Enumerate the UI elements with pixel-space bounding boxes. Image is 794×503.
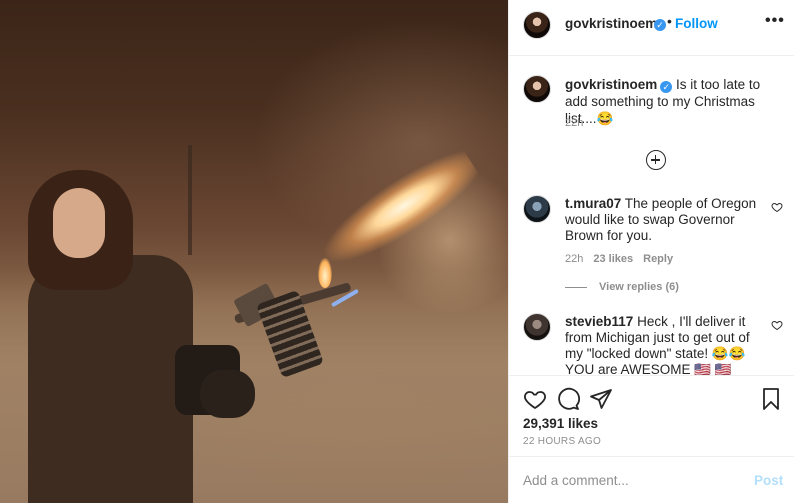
comments-list[interactable]: govkristinoem ✓ Is it too late to add som… — [509, 57, 794, 375]
post-caption: govkristinoem ✓ Is it too late to add som… — [565, 76, 780, 127]
save-bookmark-icon[interactable] — [759, 387, 783, 411]
comment-username[interactable]: t.mura07 — [565, 196, 621, 211]
commenter-avatar[interactable] — [523, 313, 551, 341]
like-comment-heart-icon[interactable] — [771, 201, 783, 213]
caption-avatar[interactable] — [523, 75, 551, 103]
post-actions: 29,391 likes 22 HOURS AGO — [509, 375, 794, 455]
verified-badge-icon: ✓ — [654, 19, 666, 31]
separator-dot: • — [667, 13, 672, 29]
caption-username[interactable]: govkristinoem — [565, 77, 657, 92]
flamethrower-tank — [200, 370, 255, 418]
comment-bubble-icon[interactable] — [556, 387, 580, 411]
post-header: govkristinoem ✓ • Follow ••• — [509, 0, 794, 56]
like-count[interactable]: 29,391 likes — [523, 416, 598, 431]
follow-button[interactable]: Follow — [675, 16, 718, 31]
reply-button[interactable]: Reply — [643, 253, 673, 265]
comment-body: t.mura07 The people of Oregon would like… — [565, 196, 765, 244]
comment-likes[interactable]: 23 likes — [593, 253, 633, 265]
comment-meta: 22h 23 likes Reply — [565, 253, 673, 265]
post-comment-button[interactable]: Post — [754, 473, 783, 488]
comment-body: stevieb117 Heck , I'll deliver it from M… — [565, 314, 765, 375]
add-comment-input[interactable] — [523, 471, 733, 489]
verified-badge-icon: ✓ — [660, 81, 673, 93]
coat — [28, 255, 193, 503]
share-send-icon[interactable] — [589, 387, 613, 411]
comment-time[interactable]: 22h — [565, 253, 583, 265]
post-timestamp[interactable]: 22 HOURS AGO — [523, 436, 601, 447]
author-username[interactable]: govkristinoem — [565, 16, 657, 31]
view-replies-button[interactable]: View replies (6) — [565, 281, 679, 293]
like-comment-heart-icon[interactable] — [771, 319, 783, 331]
load-more-comments-icon[interactable] — [646, 150, 666, 170]
pilot-flame — [318, 258, 332, 288]
caption-time[interactable]: 22h — [565, 117, 583, 129]
author-avatar[interactable] — [523, 11, 551, 39]
like-heart-icon[interactable] — [523, 387, 547, 411]
comment-username[interactable]: stevieb117 — [565, 314, 633, 329]
post-photo[interactable] — [0, 0, 508, 503]
post-side-panel: govkristinoem ✓ • Follow ••• govkristino… — [508, 0, 794, 503]
commenter-avatar[interactable] — [523, 195, 551, 223]
face — [53, 188, 105, 258]
background-pole — [188, 145, 192, 255]
more-options-icon[interactable]: ••• — [765, 12, 785, 30]
add-comment-bar: Post — [509, 456, 794, 503]
